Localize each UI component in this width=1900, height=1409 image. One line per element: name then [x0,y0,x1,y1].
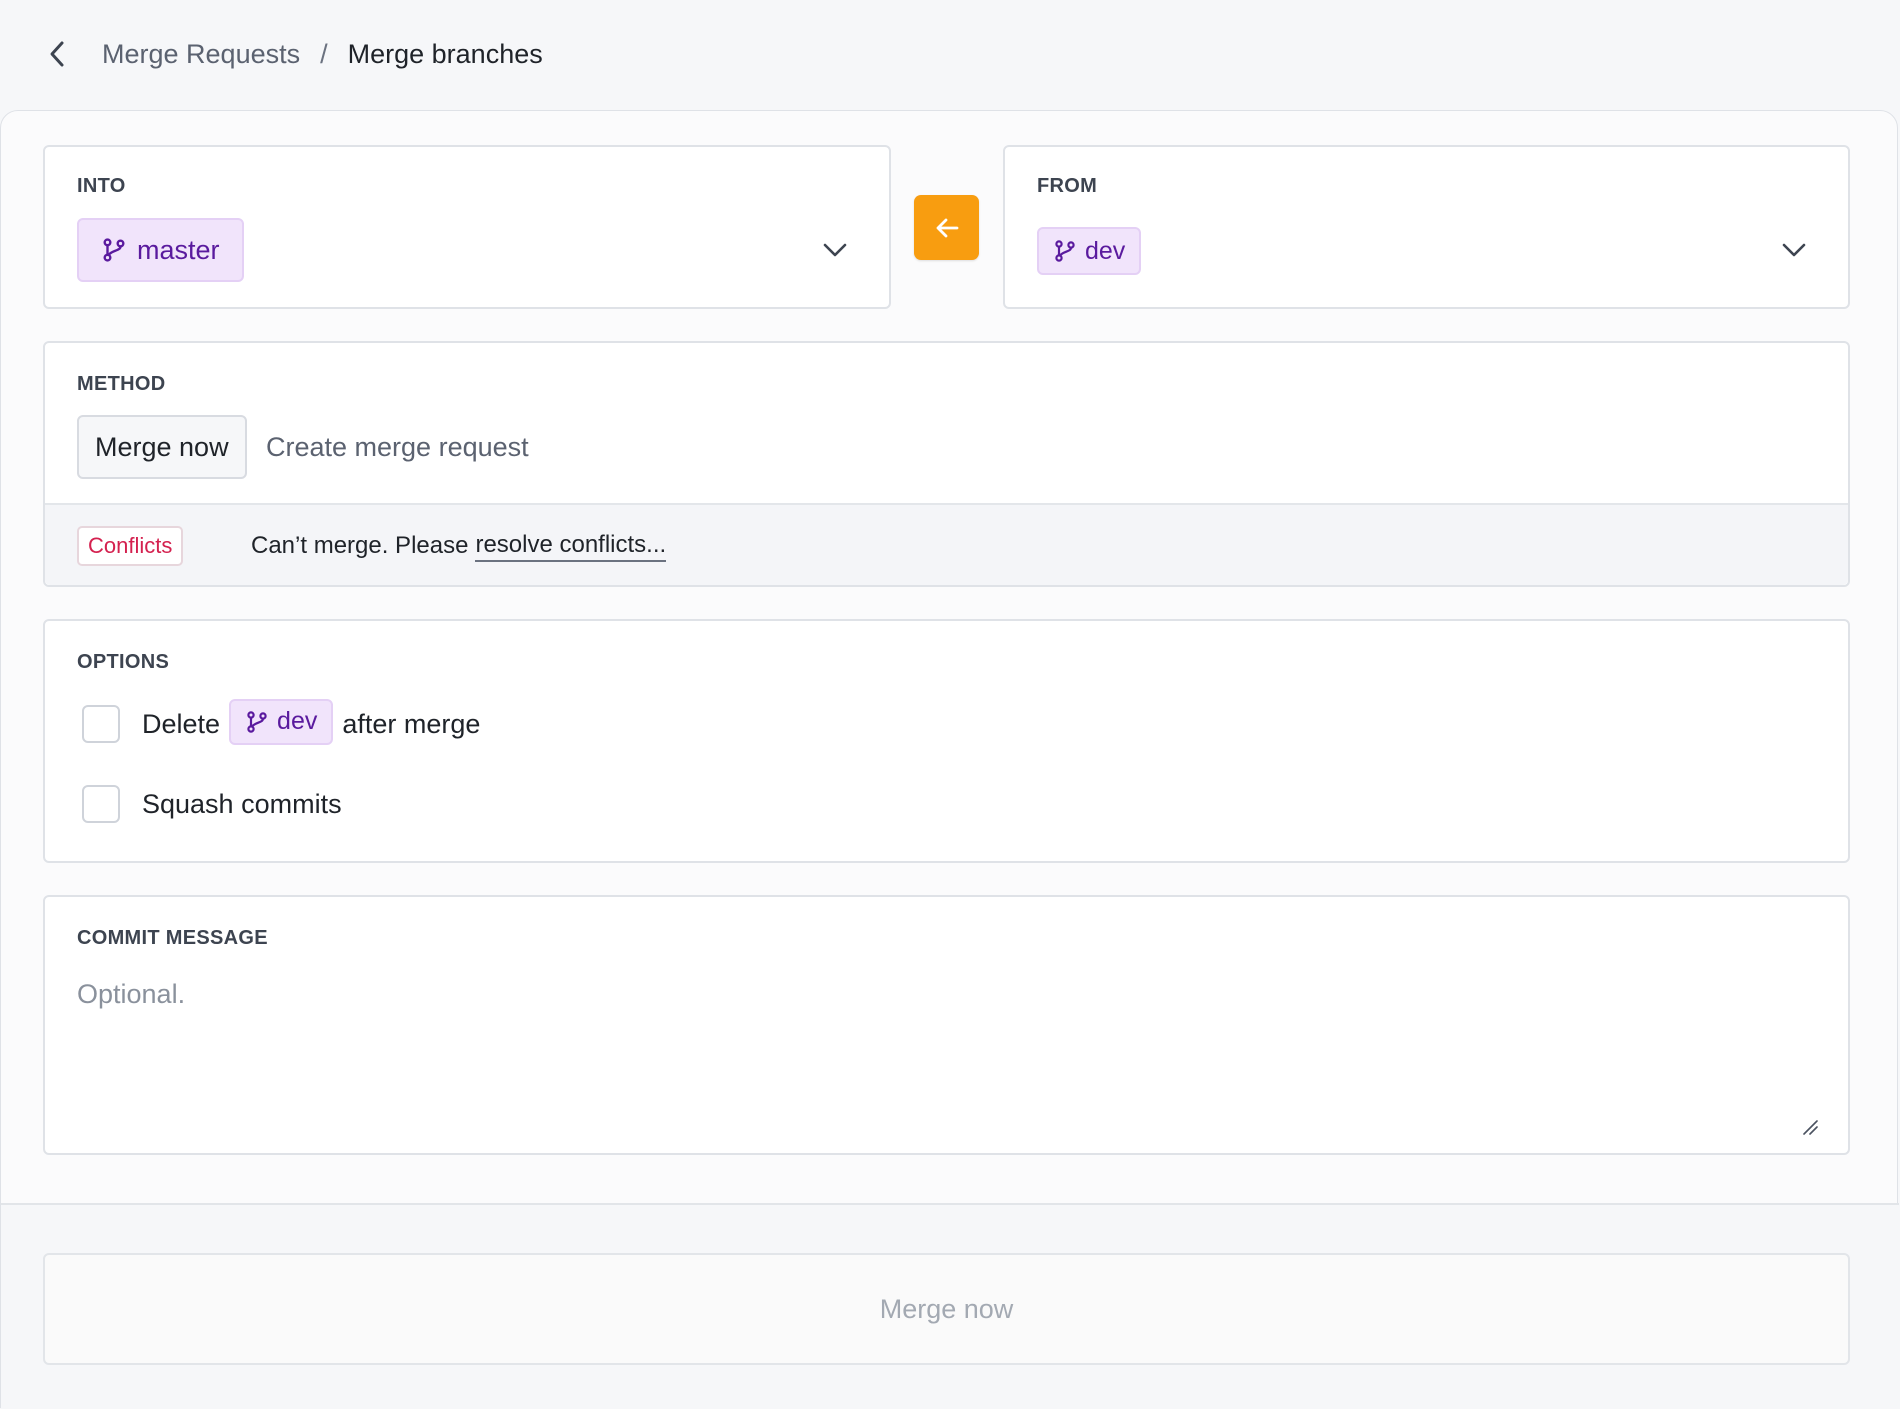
squash-commits-label: Squash commits [142,788,342,819]
from-branch-pill: dev [1037,227,1142,275]
from-branch-name: dev [1085,236,1126,265]
squash-commits-checkbox[interactable] [82,785,120,823]
breadcrumb-merge-requests[interactable]: Merge Requests [102,39,300,70]
commit-message-label: COMMIT MESSAGE [77,927,268,949]
chevron-down-icon[interactable] [1779,235,1809,265]
delete-branch-pill: dev [229,698,334,745]
conflicts-badge: Conflicts [77,526,184,566]
merge-panel: INTO master FROM dev METHOD Merge now Cr… [0,110,1899,1409]
delete-suffix: after merge [342,708,481,739]
breadcrumb: Merge Requests / Merge branches [102,34,543,74]
chevron-left-icon [50,41,64,67]
git-branch-icon [103,238,125,262]
top-bar: Merge Requests / Merge branches [0,0,1900,110]
arrow-left-icon [936,218,958,237]
from-branch-selector[interactable]: FROM dev [1003,145,1850,309]
into-branch-selector[interactable]: INTO master [43,145,891,309]
breadcrumb-separator: / [320,38,328,69]
delete-branch-name: dev [277,707,318,735]
into-branch-pill: master [77,218,244,282]
options-label: OPTIONS [77,651,170,673]
resize-handle-icon[interactable] [1802,1119,1818,1135]
into-branch-name: master [137,234,220,265]
options-card: OPTIONS Delete dev after merge Squash co… [43,619,1850,863]
conflict-message-text: Can’t merge. Please [251,532,469,559]
method-merge-now[interactable]: Merge now [77,415,247,479]
commit-message-card: COMMIT MESSAGE [43,895,1850,1155]
swap-branches-button[interactable] [914,195,979,260]
git-branch-icon [247,710,267,733]
method-card: METHOD Merge now Create merge request Co… [43,341,1850,587]
resolve-conflicts-link[interactable]: resolve conflicts... [475,530,667,562]
conflict-message: Can’t merge. Please resolve conflicts... [251,525,667,567]
merge-now-button[interactable]: Merge now [43,1253,1850,1365]
into-label: INTO [77,175,126,197]
delete-branch-option: Delete dev after merge [142,698,481,745]
page-title: Merge branches [347,38,543,69]
conflict-notice: Conflicts Can’t merge. Please resolve co… [45,503,1848,585]
back-button[interactable] [42,34,72,74]
delete-prefix: Delete [142,708,221,739]
method-label: METHOD [77,373,166,395]
method-create-merge-request[interactable]: Create merge request [266,415,529,479]
delete-branch-checkbox[interactable] [82,705,120,743]
git-branch-icon [1055,240,1075,262]
from-label: FROM [1037,175,1098,197]
chevron-down-icon[interactable] [820,235,850,265]
commit-message-input[interactable] [75,977,1839,1141]
